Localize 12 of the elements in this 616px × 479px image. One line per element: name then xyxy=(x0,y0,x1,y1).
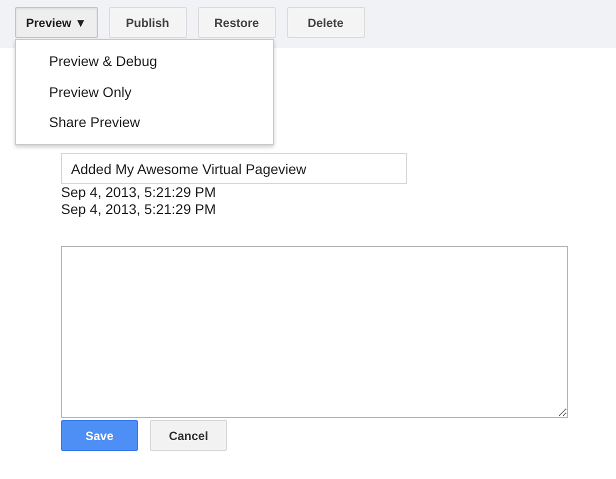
menu-item[interactable]: Preview Only xyxy=(16,76,273,107)
menu-item[interactable]: Preview & Debug xyxy=(16,46,273,76)
timestamp-text: Sep 4, 2013, 5:21:29 PM xyxy=(61,201,216,218)
name-input-field[interactable]: Added My Awesome Virtual Pageview xyxy=(61,153,407,184)
timestamp-text: Sep 4, 2013, 5:21:29 PM xyxy=(61,184,216,201)
notes-textarea[interactable] xyxy=(61,246,568,418)
menu-item[interactable]: Share Preview xyxy=(16,107,273,138)
toolbar-button[interactable]: Restore xyxy=(198,7,276,38)
toolbar-button[interactable]: Publish xyxy=(108,7,187,38)
preview-dropdown-button[interactable]: Preview ▼ xyxy=(15,7,98,38)
cancel-button[interactable]: Cancel xyxy=(150,420,227,451)
toolbar-button[interactable]: Delete xyxy=(286,7,365,38)
